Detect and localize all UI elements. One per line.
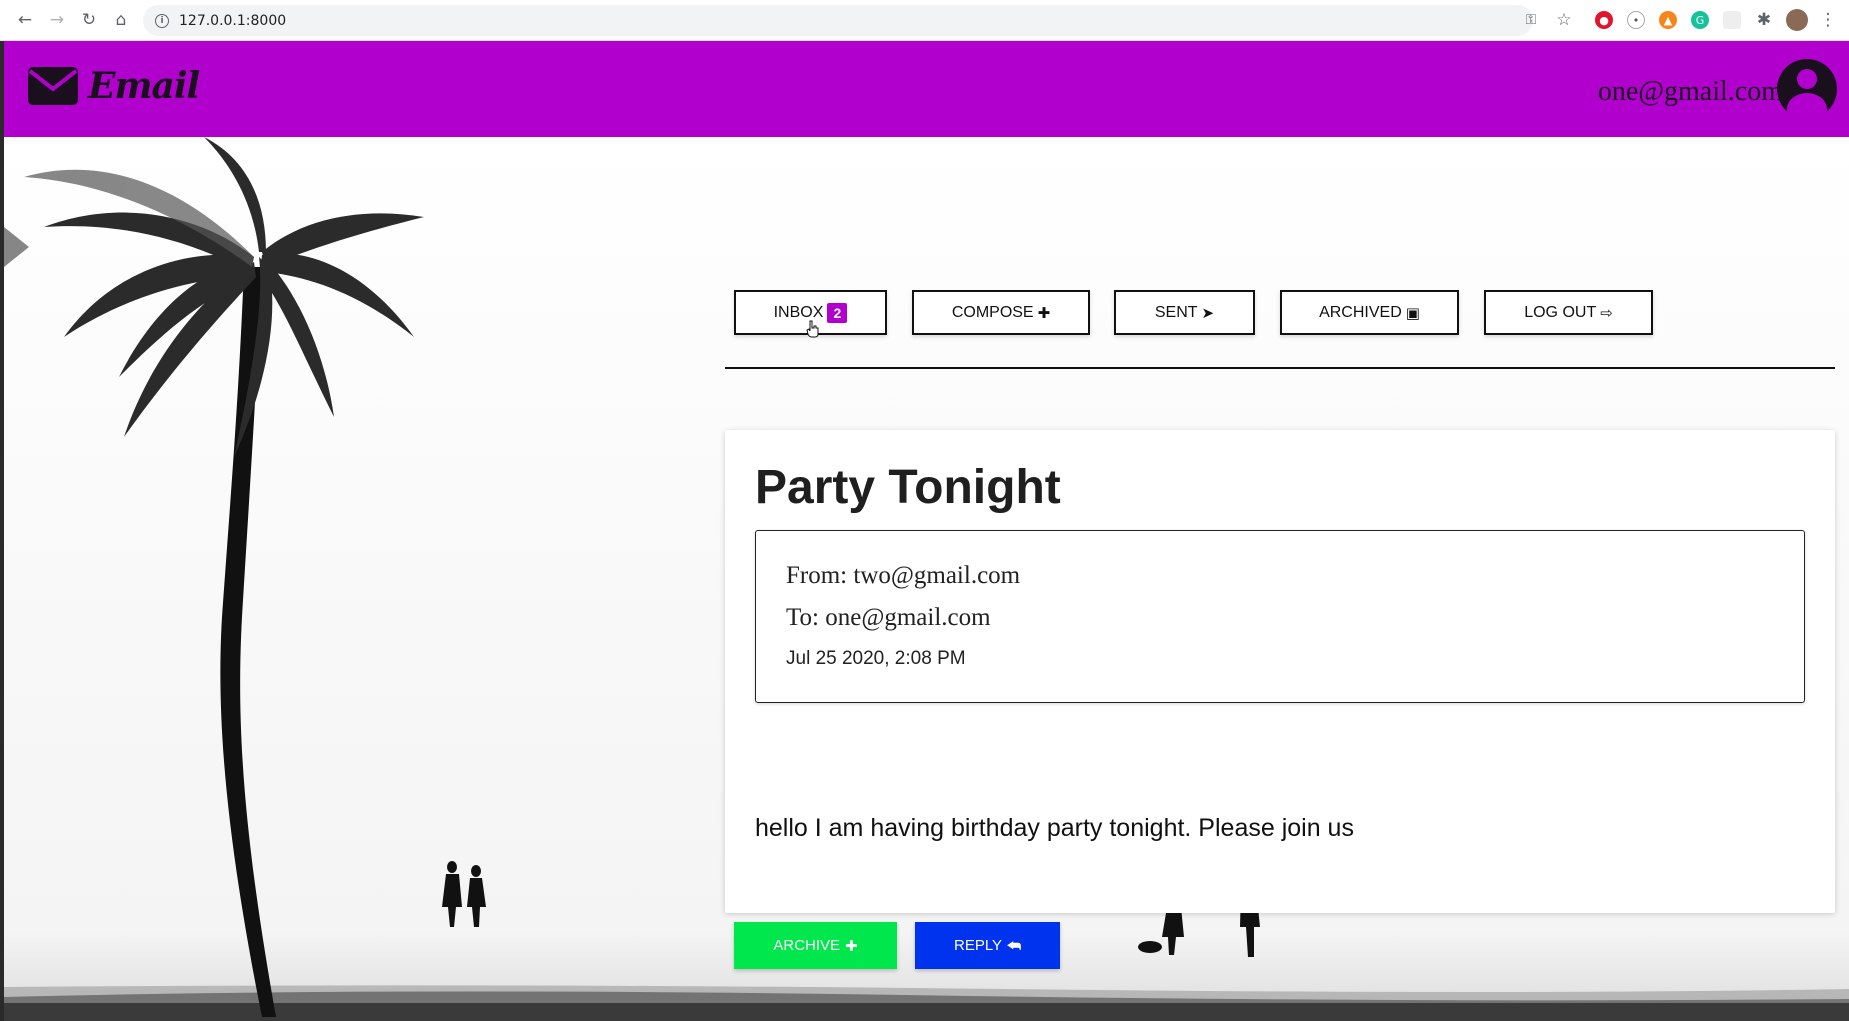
extension-red-icon[interactable]: ● — [1595, 11, 1613, 29]
compose-label: COMPOSE — [951, 303, 1034, 321]
compose-button[interactable]: COMPOSE ✚ — [912, 290, 1090, 335]
address-bar[interactable]: i 127.0.0.1:8000 — [143, 5, 1533, 36]
email-from: From: two@gmail.com — [786, 562, 1021, 589]
hand-pointer-cursor-icon — [806, 320, 819, 338]
home-icon[interactable]: ⌂ — [110, 9, 132, 31]
metamask-fox-icon[interactable]: ▲ — [1659, 11, 1677, 29]
browser-toolbar: ← → ↻ ⌂ i 127.0.0.1:8000 ⚿ ☆ ● • ▲ G ✱ ⋮ — [0, 0, 1849, 41]
star-icon[interactable]: ☆ — [1553, 9, 1575, 31]
logo[interactable]: Email — [28, 65, 200, 107]
plus-icon: ✚ — [1037, 303, 1051, 322]
logo-text: Email — [88, 65, 200, 107]
kebab-menu-icon[interactable]: ⋮ — [1817, 9, 1839, 31]
email-to: To: one@gmail.com — [786, 604, 991, 631]
plus-icon: ✚ — [845, 936, 858, 955]
paper-plane-icon: ➤ — [1201, 303, 1215, 322]
archive-label: ARCHIVE — [773, 937, 841, 954]
extension-blank-icon[interactable] — [1723, 11, 1741, 29]
url-text: 127.0.0.1:8000 — [179, 12, 287, 29]
grammarly-icon[interactable]: G — [1691, 11, 1709, 29]
sent-button[interactable]: SENT ➤ — [1114, 290, 1255, 335]
app-header: Email one@gmail.com — [4, 41, 1849, 137]
email-meta-box: From: two@gmail.com To: one@gmail.com Ju… — [755, 530, 1805, 703]
sent-label: SENT — [1154, 303, 1198, 321]
archived-label: ARCHIVED — [1319, 303, 1402, 321]
logout-button[interactable]: LOG OUT ⇨ — [1484, 290, 1653, 335]
reload-icon[interactable]: ↻ — [78, 9, 100, 31]
section-divider — [725, 367, 1835, 369]
reply-label: REPLY — [953, 937, 1003, 954]
archive-box-icon: ▣ — [1405, 303, 1420, 322]
logout-label: LOG OUT — [1524, 303, 1597, 321]
email-body: hello I am having birthday party tonight… — [755, 814, 1354, 842]
key-icon[interactable]: ⚿ — [1520, 9, 1542, 31]
sign-out-icon: ⇨ — [1600, 303, 1613, 322]
reply-button[interactable]: REPLY ⮪ — [915, 922, 1060, 969]
archived-button[interactable]: ARCHIVED ▣ — [1280, 290, 1459, 335]
user-avatar-icon[interactable] — [1777, 59, 1837, 119]
email-subject: Party Tonight — [755, 461, 1061, 514]
puzzle-icon[interactable]: ✱ — [1753, 9, 1775, 31]
email-card: Party Tonight From: two@gmail.com To: on… — [725, 430, 1835, 913]
inbox-unread-badge: 2 — [827, 302, 848, 323]
extension-broadcast-icon[interactable]: • — [1627, 11, 1645, 29]
arrow-left-icon[interactable]: ← — [14, 9, 36, 31]
profile-avatar-icon[interactable] — [1786, 9, 1808, 31]
user-email: one@gmail.com — [1597, 76, 1783, 107]
reply-arrow-icon: ⮪ — [1007, 936, 1022, 955]
archive-button[interactable]: ARCHIVE ✚ — [734, 922, 897, 969]
info-icon[interactable]: i — [155, 13, 169, 28]
arrow-right-icon[interactable]: → — [46, 9, 68, 31]
email-timestamp: Jul 25 2020, 2:08 PM — [786, 648, 966, 669]
envelope-icon — [28, 67, 78, 105]
inbox-label: INBOX — [773, 303, 824, 321]
